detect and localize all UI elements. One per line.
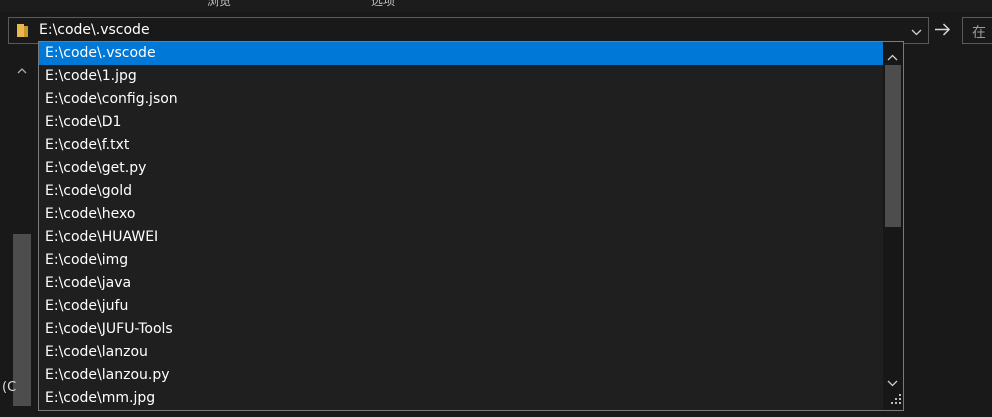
dropdown-list-item[interactable]: E:\code\img <box>39 249 883 272</box>
address-path[interactable]: E:\code\.vscode <box>39 22 150 38</box>
address-history-dropdown[interactable]: E:\code\.vscode E:\code\1.jpg E:\code\conf… <box>38 41 904 411</box>
dropdown-list-item[interactable]: E:\code\HUAWEI <box>39 226 883 249</box>
dropdown-list-item[interactable]: E:\code\1.jpg <box>39 65 883 88</box>
search-input[interactable]: 在 <box>962 17 992 44</box>
arrow-right-icon <box>934 21 951 40</box>
tab-options[interactable]: 选项 <box>371 0 395 9</box>
dropdown-list-item[interactable]: E:\code\config.json <box>39 88 883 111</box>
dropdown-list-item[interactable]: E:\code\lanzou <box>39 341 883 364</box>
dropdown-list-item[interactable]: E:\code\java <box>39 272 883 295</box>
address-bar[interactable]: E:\code\.vscode <box>8 17 929 44</box>
dropdown-list-item[interactable]: E:\code\mm.jpg <box>39 387 883 410</box>
address-dropdown-button[interactable] <box>905 19 927 42</box>
dropdown-scrollbar[interactable] <box>883 42 903 410</box>
dropdown-list-item[interactable]: E:\code\JUFU-Tools <box>39 318 883 341</box>
dropdown-list-item[interactable]: E:\code\f.txt <box>39 134 883 157</box>
dropdown-list-item[interactable]: E:\code\hexo <box>39 203 883 226</box>
dropdown-scroll-thumb[interactable] <box>885 65 901 227</box>
folder-icon <box>16 23 29 38</box>
chevron-up-icon[interactable] <box>17 59 27 78</box>
left-pane-scrollbar[interactable] <box>12 46 32 406</box>
search-placeholder: 在 <box>972 25 986 41</box>
go-button[interactable] <box>930 17 954 44</box>
dropdown-list-item[interactable]: E:\code\D1 <box>39 111 883 134</box>
chevron-up-icon[interactable] <box>887 46 898 65</box>
dropdown-list-item[interactable]: E:\code\jufu <box>39 295 883 318</box>
tab-browse[interactable]: 浏览 <box>207 0 231 9</box>
dropdown-list-item[interactable]: E:\code\.vscode <box>39 42 883 65</box>
dropdown-list-item[interactable]: E:\code\lanzou.py <box>39 364 883 387</box>
dropdown-list-item[interactable]: E:\code\get.py <box>39 157 883 180</box>
chevron-down-icon <box>911 21 922 40</box>
dropdown-list-item[interactable]: E:\code\gold <box>39 180 883 203</box>
dropdown-items: E:\code\.vscode E:\code\1.jpg E:\code\conf… <box>39 42 883 410</box>
left-pane-drive-label[interactable]: (C <box>2 380 16 395</box>
resize-grip-icon[interactable] <box>891 389 901 408</box>
ribbon-tabs: 浏览 选项 <box>0 0 992 12</box>
